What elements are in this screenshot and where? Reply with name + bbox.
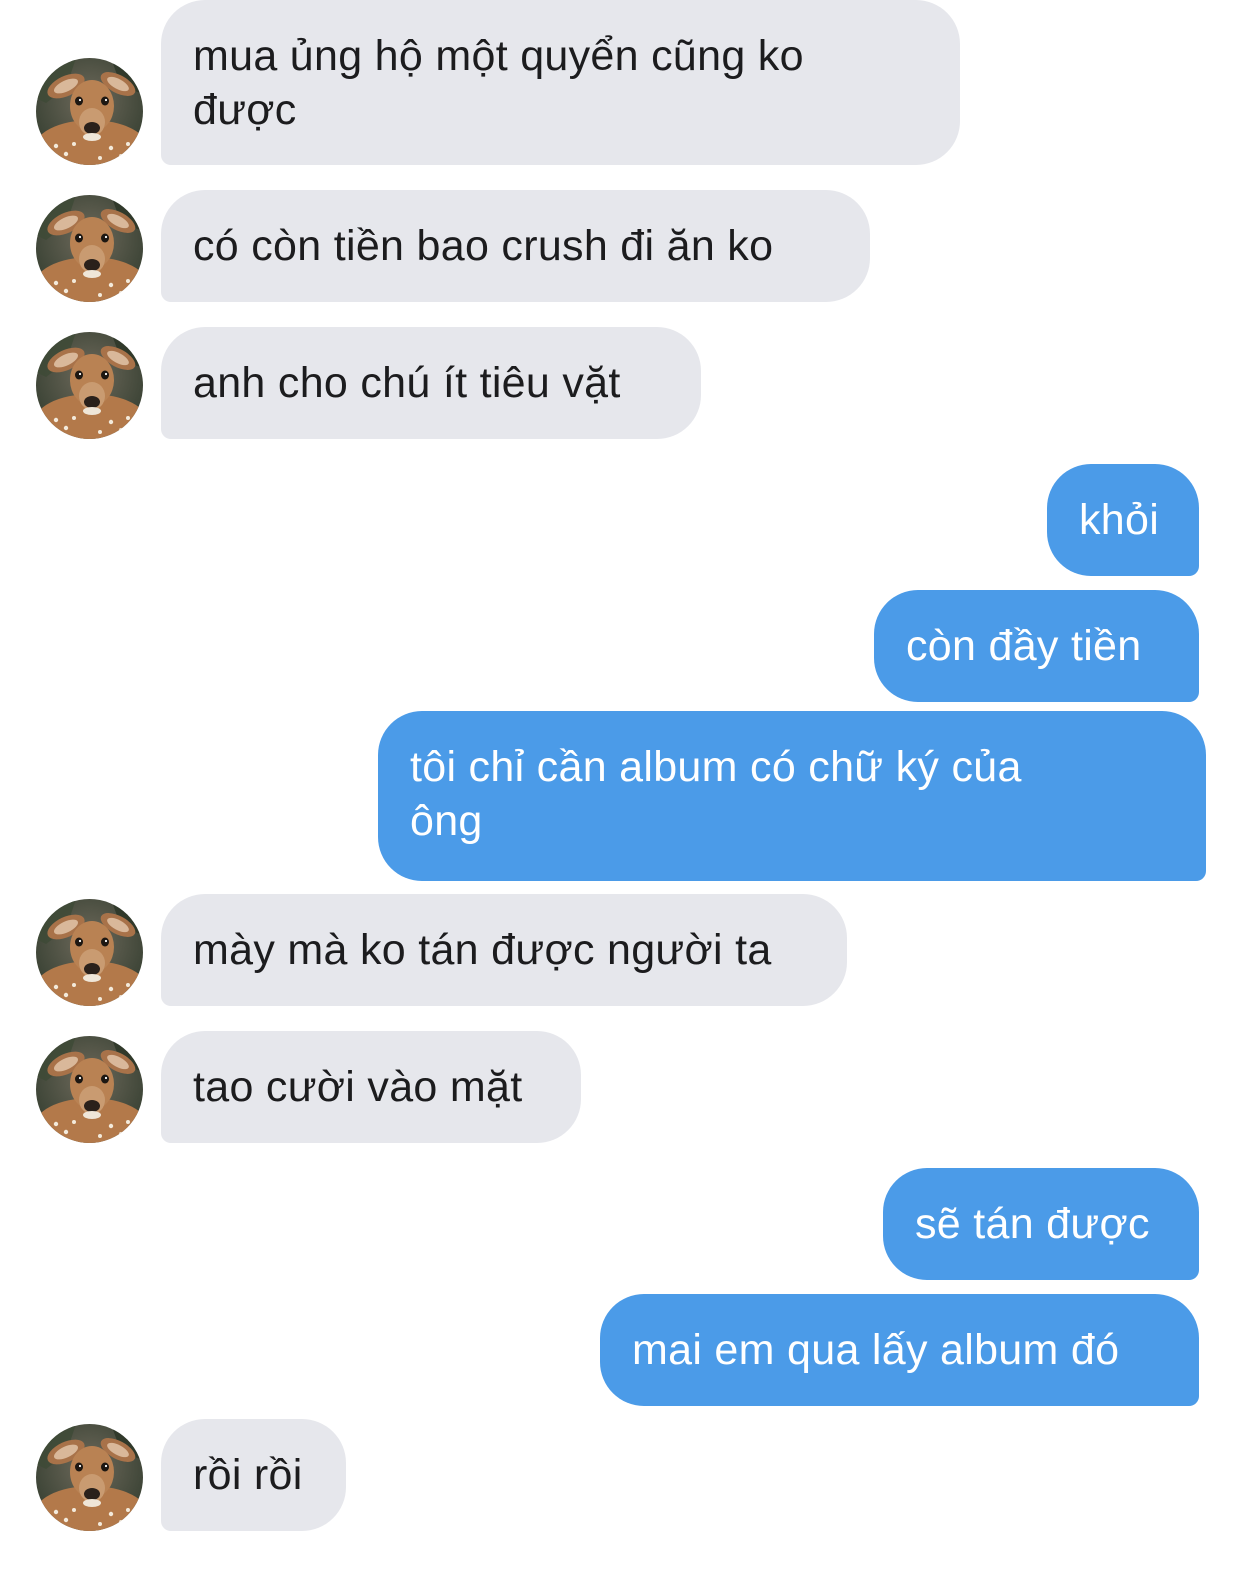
deer-avatar-icon[interactable]	[36, 195, 143, 302]
message-bubble-outgoing[interactable]: tôi chỉ cần album có chữ ký của ông	[378, 711, 1206, 881]
deer-avatar-icon[interactable]	[36, 332, 143, 439]
deer-avatar-icon[interactable]	[36, 899, 143, 1006]
message-bubble-incoming[interactable]: mày mà ko tán được người ta	[161, 894, 847, 1006]
message-bubble-incoming[interactable]: có còn tiền bao crush đi ăn ko	[161, 190, 870, 302]
message-bubble-incoming[interactable]: tao cười vào mặt	[161, 1031, 581, 1143]
message-bubble-incoming[interactable]: mua ủng hộ một quyển cũng ko được	[161, 0, 960, 165]
deer-avatar-icon[interactable]	[36, 58, 143, 165]
message-bubble-outgoing[interactable]: còn đầy tiền	[874, 590, 1199, 702]
message-bubble-outgoing[interactable]: khỏi	[1047, 464, 1199, 576]
message-bubble-incoming[interactable]: anh cho chú ít tiêu vặt	[161, 327, 701, 439]
message-bubble-outgoing[interactable]: sẽ tán được	[883, 1168, 1199, 1280]
message-thread[interactable]: mua ủng hộ một quyển cũng ko được có còn…	[0, 0, 1242, 1577]
deer-avatar-icon[interactable]	[36, 1424, 143, 1531]
deer-avatar-icon[interactable]	[36, 1036, 143, 1143]
message-bubble-incoming[interactable]: rồi rồi	[161, 1419, 346, 1531]
message-bubble-outgoing[interactable]: mai em qua lấy album đó	[600, 1294, 1199, 1406]
